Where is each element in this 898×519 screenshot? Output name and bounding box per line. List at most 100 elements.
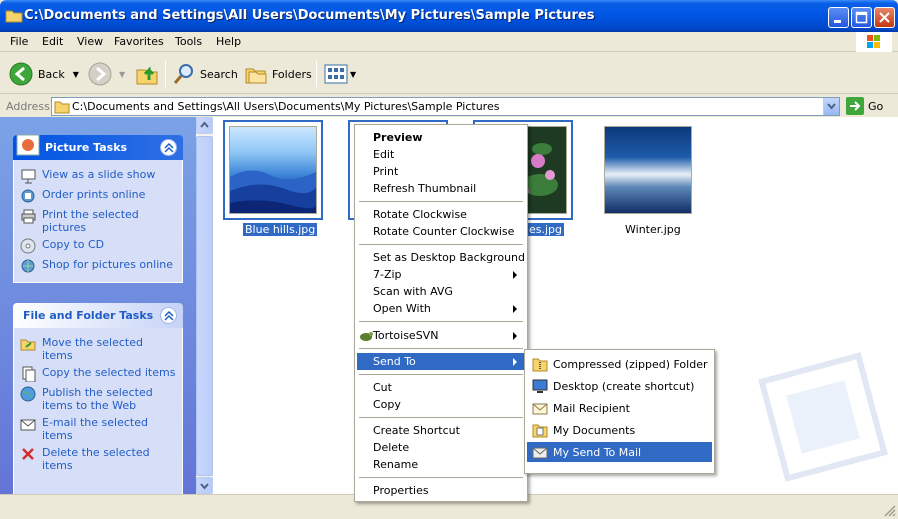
menu-item-print[interactable]: Print bbox=[357, 163, 525, 180]
send-mail-icon bbox=[532, 447, 548, 459]
search-button[interactable]: Search bbox=[172, 61, 238, 87]
task-print[interactable]: Print the selected pictures bbox=[20, 208, 176, 234]
menu-item-properties[interactable]: Properties bbox=[357, 482, 525, 499]
submenu-arrow-icon bbox=[513, 271, 517, 279]
menu-item-copy[interactable]: Copy bbox=[357, 396, 525, 413]
menu-favorites[interactable]: Favorites bbox=[114, 35, 164, 48]
folders-button[interactable]: Folders bbox=[244, 61, 312, 87]
menu-separator bbox=[359, 417, 523, 418]
up-folder-button[interactable] bbox=[135, 61, 159, 87]
task-label: E-mail the selected items bbox=[42, 416, 148, 442]
file-caption[interactable]: es.jpg bbox=[525, 222, 566, 237]
send-to-mail-recipient[interactable]: Mail Recipient bbox=[527, 398, 712, 418]
picture-tasks-header[interactable]: Picture Tasks bbox=[13, 134, 183, 160]
menu-separator bbox=[359, 477, 523, 478]
task-pane: Picture Tasks View as a slide show Order… bbox=[0, 117, 196, 494]
task-email[interactable]: E-mail the selected items bbox=[20, 416, 176, 442]
thumbnail-blue-hills[interactable] bbox=[223, 120, 323, 220]
task-label: Copy the selected items bbox=[42, 366, 176, 379]
folders-label: Folders bbox=[272, 67, 312, 81]
scroll-down-button[interactable] bbox=[196, 477, 213, 494]
title-bar[interactable]: C:\Documents and Settings\All Users\Docu… bbox=[0, 0, 898, 32]
menu-item-open-with[interactable]: Open With bbox=[357, 300, 525, 317]
menu-help[interactable]: Help bbox=[216, 35, 241, 48]
mail-icon bbox=[532, 403, 548, 415]
folders-icon bbox=[245, 68, 267, 84]
task-copy[interactable]: Copy the selected items bbox=[20, 366, 176, 382]
address-dropdown-button[interactable] bbox=[823, 98, 839, 115]
task-pane-scrollbar[interactable] bbox=[196, 117, 213, 494]
close-button[interactable] bbox=[874, 7, 895, 28]
menu-item-rotate-clockwise[interactable]: Rotate Clockwise bbox=[357, 206, 525, 223]
send-to-my-send-to-mail[interactable]: My Send To Mail bbox=[527, 442, 712, 462]
address-bar: Address C:\Documents and Settings\All Us… bbox=[0, 95, 898, 117]
forward-dropdown-icon[interactable]: ▼ bbox=[119, 70, 125, 79]
menu-separator bbox=[359, 321, 523, 322]
send-to-compressed-folder[interactable]: Compressed (zipped) Folder bbox=[527, 354, 712, 374]
menu-item-refresh-thumbnail[interactable]: Refresh Thumbnail bbox=[357, 180, 525, 197]
cd-icon bbox=[20, 238, 36, 254]
menu-item-rename[interactable]: Rename bbox=[357, 456, 525, 473]
address-input[interactable]: C:\Documents and Settings\All Users\Docu… bbox=[51, 97, 840, 116]
task-label: Publish the selected items to the Web bbox=[42, 386, 153, 412]
menu-item-edit[interactable]: Edit bbox=[357, 146, 525, 163]
maximize-button[interactable] bbox=[851, 7, 872, 28]
menu-view[interactable]: View bbox=[77, 35, 103, 48]
menu-bar: File Edit View Favorites Tools Help bbox=[0, 32, 898, 52]
task-shop-online[interactable]: Shop for pictures online bbox=[20, 258, 176, 274]
menu-item-preview[interactable]: Preview bbox=[357, 129, 525, 146]
tortoise-icon bbox=[360, 332, 373, 341]
maximize-icon bbox=[855, 11, 868, 24]
scroll-up-button[interactable] bbox=[196, 117, 213, 134]
chevron-up-icon bbox=[200, 121, 209, 128]
task-order-prints[interactable]: Order prints online bbox=[20, 188, 176, 204]
send-to-my-documents[interactable]: My Documents bbox=[527, 420, 712, 440]
watermark-picture-icon bbox=[758, 352, 888, 482]
menu-separator bbox=[359, 374, 523, 375]
go-button[interactable]: Go bbox=[846, 97, 883, 115]
menu-item-rotate-counter-clockwise[interactable]: Rotate Counter Clockwise bbox=[357, 223, 525, 240]
menu-separator bbox=[359, 244, 523, 245]
collapse-file-tasks-button[interactable] bbox=[160, 307, 177, 324]
forward-button[interactable]: ▼ bbox=[87, 61, 125, 87]
back-button[interactable]: Back ▼ bbox=[8, 61, 79, 87]
task-publish[interactable]: Publish the selected items to the Web bbox=[20, 386, 176, 412]
menu-item-create-shortcut[interactable]: Create Shortcut bbox=[357, 422, 525, 439]
shop-icon bbox=[21, 259, 35, 273]
menu-item-send-to[interactable]: Send To bbox=[357, 353, 525, 370]
menu-item-set-desktop-background[interactable]: Set as Desktop Background bbox=[357, 249, 525, 266]
file-folder-tasks-title: File and Folder Tasks bbox=[23, 309, 154, 322]
menu-item-scan-avg[interactable]: Scan with AVG bbox=[357, 283, 525, 300]
toolbar: Back ▼ ▼ Search Folders ▼ bbox=[0, 53, 898, 94]
menu-file[interactable]: File bbox=[10, 35, 28, 48]
task-delete[interactable]: Delete the selected items bbox=[20, 446, 176, 472]
views-button[interactable]: ▼ bbox=[324, 61, 356, 87]
my-documents-icon bbox=[532, 424, 548, 438]
file-caption[interactable]: Blue hills.jpg bbox=[241, 222, 319, 237]
resize-grip-icon[interactable] bbox=[882, 503, 896, 517]
menu-item-7zip[interactable]: 7-Zip bbox=[357, 266, 525, 283]
go-arrow-icon bbox=[846, 97, 864, 115]
search-label: Search bbox=[200, 67, 238, 81]
file-caption[interactable]: Winter.jpg bbox=[623, 223, 683, 236]
task-label: View as a slide show bbox=[42, 168, 156, 181]
menu-edit[interactable]: Edit bbox=[42, 35, 63, 48]
collapse-picture-tasks-button[interactable] bbox=[160, 139, 177, 156]
window-title: C:\Documents and Settings\All Users\Docu… bbox=[24, 8, 595, 23]
views-dropdown-icon[interactable]: ▼ bbox=[350, 70, 356, 79]
minimize-button[interactable] bbox=[828, 7, 849, 28]
task-move[interactable]: Move the selected items bbox=[20, 336, 176, 362]
file-folder-tasks-header[interactable]: File and Folder Tasks bbox=[13, 303, 183, 328]
back-dropdown-icon[interactable]: ▼ bbox=[73, 70, 79, 79]
menu-tools[interactable]: Tools bbox=[175, 35, 202, 48]
task-copy-cd[interactable]: Copy to CD bbox=[20, 238, 176, 254]
scroll-thumb[interactable] bbox=[196, 136, 213, 476]
menu-item-tortoisesvn[interactable]: TortoiseSVN bbox=[357, 327, 525, 344]
menu-item-delete[interactable]: Delete bbox=[357, 439, 525, 456]
task-slideshow[interactable]: View as a slide show bbox=[20, 168, 176, 184]
menu-item-cut[interactable]: Cut bbox=[357, 379, 525, 396]
views-icon bbox=[324, 64, 348, 84]
thumbnail-winter[interactable] bbox=[598, 120, 698, 220]
submenu-arrow-icon bbox=[513, 358, 517, 366]
send-to-desktop[interactable]: Desktop (create shortcut) bbox=[527, 376, 712, 396]
